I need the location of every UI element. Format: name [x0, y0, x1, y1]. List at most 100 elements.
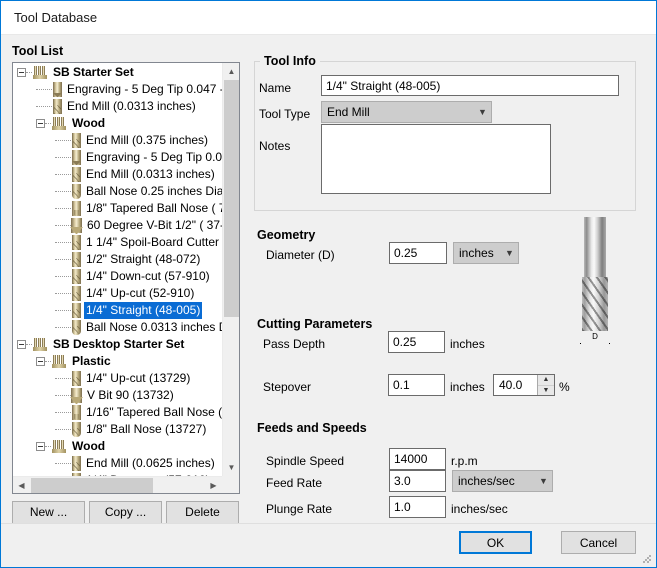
tree-collapse-icon[interactable]: [17, 68, 26, 77]
feeds-and-speeds-title: Feeds and Speeds: [257, 421, 367, 435]
tool-group-icon: [33, 338, 47, 351]
scroll-left-icon[interactable]: ◀: [13, 477, 30, 493]
horizontal-scroll-thumb[interactable]: [31, 478, 153, 493]
tool-list-item-label: Ball Nose 0.25 inches Dia: [86, 184, 222, 198]
diameter-input[interactable]: 0.25: [389, 242, 447, 264]
endmill-tool-icon: [72, 456, 81, 471]
feed-rate-input[interactable]: 3.0: [389, 470, 446, 492]
tool-type-select[interactable]: End Mill ▼: [321, 101, 492, 123]
tree-connector: [55, 462, 71, 465]
plunge-rate-input[interactable]: 1.0: [389, 496, 446, 518]
tree-collapse-icon[interactable]: [36, 442, 45, 451]
diameter-units-select[interactable]: inches ▼: [453, 242, 519, 264]
spindle-speed-label: Spindle Speed: [266, 454, 345, 468]
new-button[interactable]: New ...: [12, 501, 85, 524]
tool-list-item-label: Wood: [72, 116, 106, 130]
tool-list-item[interactable]: 1/8" Ball Nose (13727): [13, 421, 222, 438]
tool-list-item[interactable]: Ball Nose 0.25 inches Dia: [13, 183, 222, 200]
tool-list-item[interactable]: 60 Degree V-Bit 1/2" ( 37-8: [13, 217, 222, 234]
tool-list-item[interactable]: Wood: [13, 438, 222, 455]
tree-connector: [55, 292, 71, 295]
tool-list-item-label: 1/8" Ball Nose (13727): [86, 422, 207, 436]
ballnose-tool-icon: [72, 422, 81, 437]
name-input[interactable]: 1/4" Straight (48-005): [321, 75, 619, 96]
tool-list-item[interactable]: End Mill (0.0313 inches): [13, 166, 222, 183]
plunge-rate-units: inches/sec: [451, 502, 508, 516]
tree-connector: [55, 258, 71, 261]
tool-list-item[interactable]: SB Starter Set: [13, 64, 222, 81]
tool-list-item[interactable]: 1/4" Down-cut (57-910): [13, 268, 222, 285]
tool-list-item[interactable]: 1/8" Tapered Ball Nose ( 77: [13, 200, 222, 217]
tool-list-item-label: End Mill (0.0313 inches): [86, 167, 215, 181]
tool-list-item[interactable]: End Mill (0.0313 inches): [13, 98, 222, 115]
tool-group-icon: [52, 117, 66, 130]
spindle-speed-units: r.p.m: [451, 454, 478, 468]
tool-list-item[interactable]: Ball Nose 0.0313 inches Dia: [13, 319, 222, 336]
tree-connector: [36, 88, 52, 91]
tool-info-title: Tool Info: [260, 54, 320, 68]
spinner-down-icon[interactable]: ▼: [538, 385, 554, 395]
tool-list-item[interactable]: Plastic: [13, 353, 222, 370]
pass-depth-label: Pass Depth: [263, 337, 326, 351]
tool-list-horizontal-scrollbar[interactable]: ◀ ▶: [13, 476, 222, 493]
copy-button[interactable]: Copy ...: [89, 501, 162, 524]
tool-list-item-label: End Mill (0.375 inches): [86, 133, 209, 147]
ballnose-tool-icon: [72, 320, 81, 335]
tool-list-item[interactable]: Wood: [13, 115, 222, 132]
tool-list-tree[interactable]: SB Starter Set Engraving - 5 Deg Tip 0.04…: [12, 62, 240, 494]
tool-list-item[interactable]: 1/4" Up-cut (52-910): [13, 285, 222, 302]
scroll-down-icon[interactable]: ▼: [223, 459, 239, 476]
chevron-down-icon: ▼: [505, 248, 514, 258]
tool-group-icon: [52, 355, 66, 368]
tool-list-item[interactable]: 1/2" Straight (48-072): [13, 251, 222, 268]
tool-list-vertical-scrollbar[interactable]: ▲ ▼: [222, 63, 239, 476]
tool-flutes: [582, 277, 608, 331]
tree-collapse-icon[interactable]: [36, 119, 45, 128]
pass-depth-input[interactable]: 0.25: [388, 331, 445, 353]
chevron-down-icon: ▼: [539, 476, 548, 486]
tree-connector: [26, 343, 32, 346]
tool-list-item[interactable]: 1/4" Straight (48-005): [13, 302, 222, 319]
spinner-up-icon[interactable]: ▲: [538, 375, 554, 386]
tree-collapse-icon[interactable]: [36, 357, 45, 366]
tree-connector: [36, 105, 52, 108]
ok-button[interactable]: OK: [459, 531, 532, 554]
tapered-tool-icon: [72, 201, 81, 216]
resize-grip-icon[interactable]: [643, 555, 652, 564]
feed-rate-units-select[interactable]: inches/sec ▼: [452, 470, 553, 492]
endmill-tool-icon: [72, 133, 81, 148]
tree-connector: [55, 241, 71, 244]
vertical-scroll-thumb[interactable]: [224, 80, 239, 317]
spindle-speed-input[interactable]: 14000: [389, 448, 446, 470]
tool-list-viewport: SB Starter Set Engraving - 5 Deg Tip 0.04…: [13, 63, 222, 476]
tool-list-item[interactable]: 1 1/4" Spoil-Board Cutter (: [13, 234, 222, 251]
stepover-percent-stepper[interactable]: 40.0 ▲ ▼: [493, 374, 555, 396]
notes-textarea[interactable]: [321, 124, 551, 194]
tool-list-item[interactable]: 1/4" Up-cut (13729): [13, 370, 222, 387]
window-title: Tool Database: [14, 10, 98, 25]
engrave-tool-icon: [72, 150, 81, 165]
plunge-rate-label: Plunge Rate: [266, 502, 333, 516]
stepover-input[interactable]: 0.1: [388, 374, 445, 396]
cancel-button[interactable]: Cancel: [561, 531, 636, 554]
delete-button[interactable]: Delete: [166, 501, 239, 524]
tool-list-item[interactable]: SB Desktop Starter Set: [13, 336, 222, 353]
scrollbar-corner: [222, 476, 239, 493]
tool-list-item-label: Ball Nose 0.0313 inches Dia: [86, 320, 222, 334]
tool-list-item[interactable]: Engraving - 5 Deg Tip 0.047: [13, 149, 222, 166]
tool-list-item-label: 1/2" Straight (48-072): [86, 252, 201, 266]
scroll-up-icon[interactable]: ▲: [223, 63, 239, 80]
tool-list-item[interactable]: End Mill (0.0625 inches): [13, 455, 222, 472]
cutting-parameters-title: Cutting Parameters: [257, 317, 373, 331]
stepper-buttons[interactable]: ▲ ▼: [537, 375, 554, 395]
tool-list-item[interactable]: End Mill (0.375 inches): [13, 132, 222, 149]
tool-type-label: Tool Type: [259, 107, 311, 121]
tool-list-item[interactable]: Engraving - 5 Deg Tip 0.047 - 0: [13, 81, 222, 98]
tool-list-item[interactable]: V Bit 90 (13732): [13, 387, 222, 404]
tree-collapse-icon[interactable]: [17, 340, 26, 349]
tree-connector: [55, 377, 71, 380]
tool-list-item[interactable]: 1/16" Tapered Ball Nose (1: [13, 404, 222, 421]
scroll-right-icon[interactable]: ▶: [205, 477, 222, 493]
tree-connector: [55, 207, 71, 210]
tree-connector: [55, 394, 71, 397]
